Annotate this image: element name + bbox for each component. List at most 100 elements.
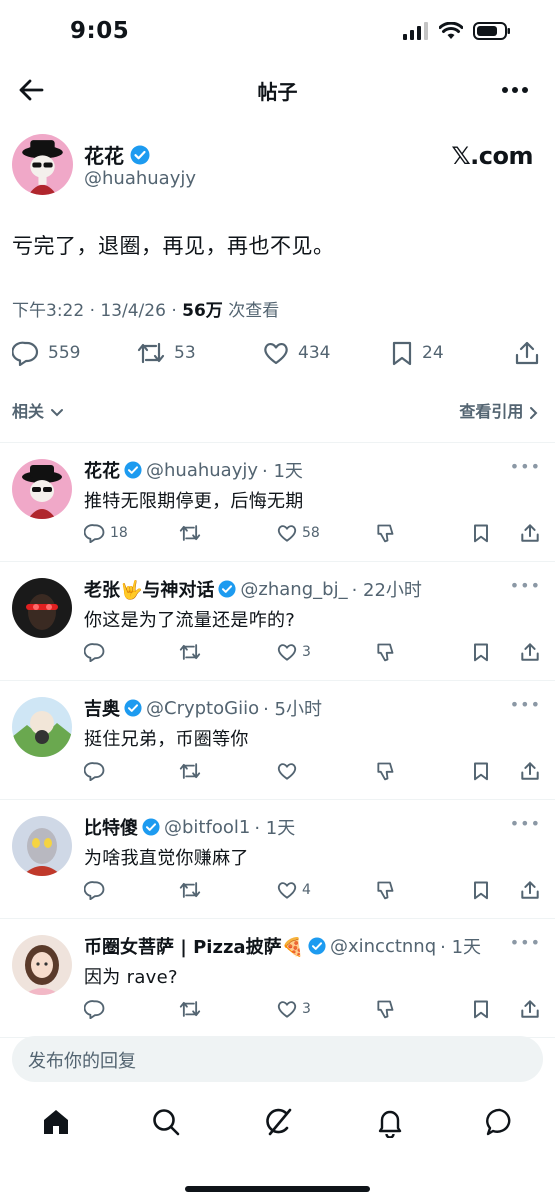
share-button[interactable] [520, 761, 540, 781]
reply-author-name[interactable]: 吉奥 [84, 695, 120, 721]
like-button[interactable]: 3 [276, 999, 311, 1019]
reply-text: 你这是为了流量还是咋的? [84, 610, 296, 631]
bookmark-icon [472, 642, 490, 662]
reply-more-icon[interactable]: ••• [510, 814, 541, 833]
reply-time: · 1天 [254, 818, 296, 839]
share-button[interactable] [520, 523, 540, 543]
share-button[interactable] [520, 999, 540, 1019]
reply-time: · 1天 [262, 461, 303, 482]
reply-actions: 4 [84, 880, 544, 904]
repost-button[interactable] [178, 761, 202, 781]
verified-badge-icon [142, 818, 160, 836]
dislike-button[interactable] [374, 880, 396, 900]
like-button[interactable] [276, 761, 302, 781]
grok-tab-icon[interactable] [262, 1106, 296, 1140]
related-label: 相关 [12, 402, 45, 421]
reply-button[interactable] [84, 880, 110, 900]
reply-button[interactable] [84, 761, 110, 781]
like-button[interactable]: 58 [276, 523, 320, 543]
share-button[interactable] [514, 340, 540, 366]
reply-more-icon[interactable]: ••• [510, 695, 541, 714]
reply-author-handle[interactable]: @zhang_bj_ [240, 579, 347, 600]
messages-tab-icon[interactable] [484, 1106, 518, 1140]
repost-button[interactable] [178, 523, 202, 543]
like-button[interactable]: 434 [262, 340, 330, 366]
reply-avatar[interactable] [12, 578, 72, 638]
reply-author-name[interactable]: 比特傻 [84, 814, 138, 840]
reply-author-name[interactable]: 币圈女菩萨 | Pizza披萨🍕 [84, 933, 304, 959]
reply-item[interactable]: 吉奥 @CryptoGiio · 5小时 ••• 挺住兄弟，币圈等你 [0, 681, 555, 800]
reply-time: · 22小时 [351, 580, 422, 601]
share-icon [520, 880, 540, 900]
repost-button[interactable] [178, 999, 202, 1019]
heart-icon [276, 761, 298, 781]
reply-avatar[interactable] [12, 935, 72, 995]
search-tab-icon[interactable] [150, 1106, 184, 1140]
like-button[interactable]: 4 [276, 880, 311, 900]
reply-item[interactable]: 老张🤟与神对话 @zhang_bj_ · 22小时 ••• 你这是为了流量还是咋… [0, 562, 555, 681]
reply-item[interactable]: 比特傻 @bitfool1 · 1天 ••• 为啥我直觉你赚麻了 4 [0, 800, 555, 919]
more-icon[interactable] [501, 78, 529, 102]
reply-author-name[interactable]: 老张🤟与神对话 [84, 576, 214, 602]
reply-button[interactable] [84, 999, 110, 1019]
home-tab-icon[interactable] [40, 1106, 74, 1140]
author-name[interactable]: 花花 [84, 140, 124, 169]
reply-button[interactable]: 18 [84, 523, 128, 543]
bookmark-button[interactable] [472, 880, 490, 900]
view-label: 次查看 [222, 301, 280, 321]
reply-icon [12, 340, 40, 366]
bookmark-button[interactable] [472, 761, 490, 781]
share-button[interactable] [520, 642, 540, 662]
reply-item[interactable]: 花花 @huahuayjy · 1天 ••• 推特无限期停更，后悔无期 18 5… [0, 443, 555, 562]
bookmark-button[interactable] [472, 523, 490, 543]
dislike-button[interactable] [374, 642, 396, 662]
reply-author-handle[interactable]: @huahuayjy [146, 460, 258, 481]
reply-author-name[interactable]: 花花 [84, 457, 120, 483]
reply-header: 花花 @huahuayjy · 1天 [84, 457, 303, 483]
home-indicator [185, 1186, 370, 1192]
reply-author-handle[interactable]: @xincctnnq [330, 936, 436, 957]
share-button[interactable] [520, 880, 540, 900]
like-button[interactable]: 3 [276, 642, 311, 662]
reply-author-handle[interactable]: @CryptoGiio [146, 698, 259, 719]
author-handle[interactable]: @huahuayjy [84, 168, 196, 189]
bookmark-icon [472, 523, 490, 543]
dislike-button[interactable] [374, 999, 396, 1019]
dislike-button[interactable] [374, 523, 396, 543]
repost-button[interactable] [178, 642, 202, 662]
repost-button[interactable]: 53 [136, 340, 196, 366]
reply-more-icon[interactable]: ••• [510, 933, 541, 952]
dislike-icon [374, 999, 396, 1019]
post-actions: 559 53 434 24 [0, 340, 555, 370]
related-dropdown[interactable]: 相关 [12, 398, 64, 422]
reply-button[interactable] [84, 642, 110, 662]
heart-icon [276, 880, 298, 900]
view-quotes-label: 查看引用 [459, 402, 524, 421]
dislike-icon [374, 761, 396, 781]
bookmark-button[interactable] [472, 642, 490, 662]
reply-more-icon[interactable]: ••• [510, 457, 541, 476]
share-icon [520, 642, 540, 662]
view-quotes-link[interactable]: 查看引用 [459, 398, 539, 422]
reply-button[interactable]: 559 [12, 340, 80, 366]
reply-author-handle[interactable]: @bitfool1 [164, 817, 250, 838]
reply-input[interactable]: 发布你的回复 [12, 1036, 543, 1082]
bookmark-button[interactable]: 24 [390, 340, 444, 366]
reply-more-icon[interactable]: ••• [510, 576, 541, 595]
dislike-icon [374, 642, 396, 662]
notifications-tab-icon[interactable] [374, 1106, 408, 1140]
reply-avatar[interactable] [12, 816, 72, 876]
repost-icon [178, 761, 202, 781]
chevron-right-icon [529, 406, 539, 420]
reply-item[interactable]: 币圈女菩萨 | Pizza披萨🍕 @xincctnnq · 1天 ••• 因为 … [0, 919, 555, 1038]
reply-avatar[interactable] [12, 459, 72, 519]
reply-icon [84, 642, 106, 662]
dislike-button[interactable] [374, 761, 396, 781]
signal-icon [403, 22, 429, 40]
reply-icon [84, 523, 106, 543]
reply-actions: 3 [84, 999, 544, 1023]
bookmark-button[interactable] [472, 999, 490, 1019]
repost-button[interactable] [178, 880, 202, 900]
author-avatar[interactable] [12, 134, 73, 195]
reply-avatar[interactable] [12, 697, 72, 757]
